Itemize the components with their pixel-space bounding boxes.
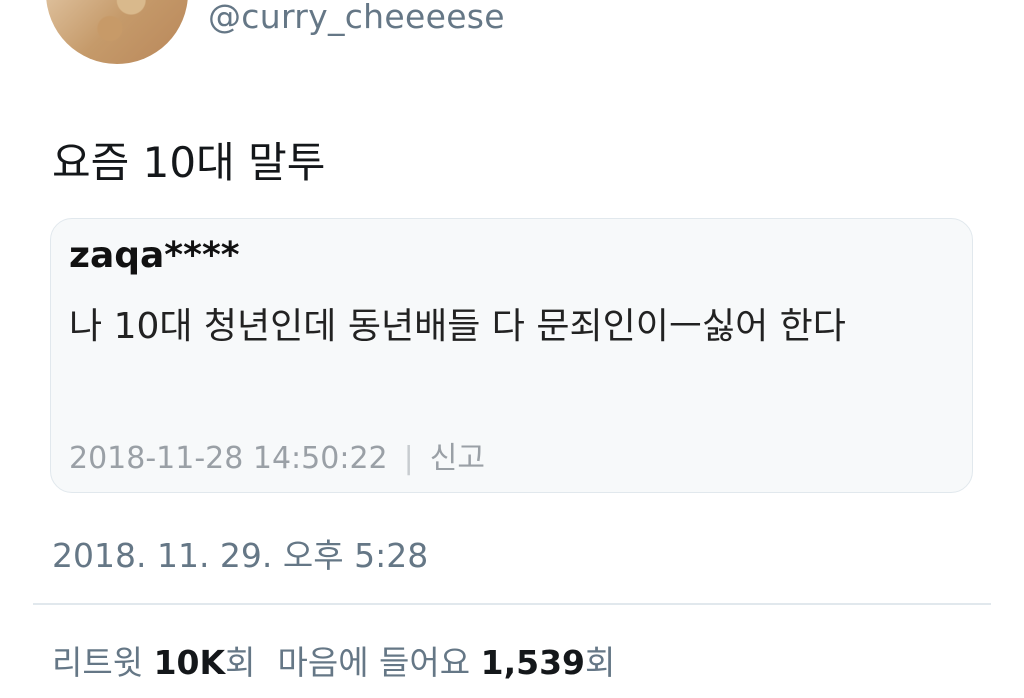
retweets-unit: 회	[225, 643, 256, 682]
likes-count: 1,539	[480, 643, 586, 682]
author-handle[interactable]: @curry_cheeeese	[208, 0, 505, 36]
tweet-text: 요즘 10대 말투	[52, 138, 326, 187]
quoted-comment-meta: 2018-11-28 14:50:22 | 신고	[69, 433, 485, 477]
quoted-comment-text: 나 10대 청년인데 동년배들 다 문죄인이ㅡ싫어 한다	[69, 306, 846, 347]
report-link[interactable]: 신고	[430, 441, 485, 476]
divider	[33, 603, 991, 605]
quoted-username: zaqa****	[69, 235, 240, 276]
retweets-count: 10K	[153, 643, 226, 682]
quoted-comment-card[interactable]: zaqa**** 나 10대 청년인데 동년배들 다 문죄인이ㅡ싫어 한다 20…	[50, 218, 973, 493]
retweets-label: 리트윗	[52, 643, 144, 682]
likes-stat[interactable]: 마음에 들어요 1,539회	[277, 643, 615, 682]
tweet-timestamp[interactable]: 2018. 11. 29. 오후 5:28	[52, 529, 428, 577]
quoted-comment-datetime: 2018-11-28 14:50:22	[69, 441, 388, 476]
likes-unit: 회	[585, 643, 616, 682]
likes-label: 마음에 들어요	[277, 643, 471, 682]
tweet-stats: 리트윗 10K회 마음에 들어요 1,539회	[52, 636, 615, 684]
profile-avatar[interactable]	[46, 0, 188, 64]
retweets-stat[interactable]: 리트윗 10K회	[52, 643, 255, 682]
meta-separator: |	[403, 441, 414, 476]
